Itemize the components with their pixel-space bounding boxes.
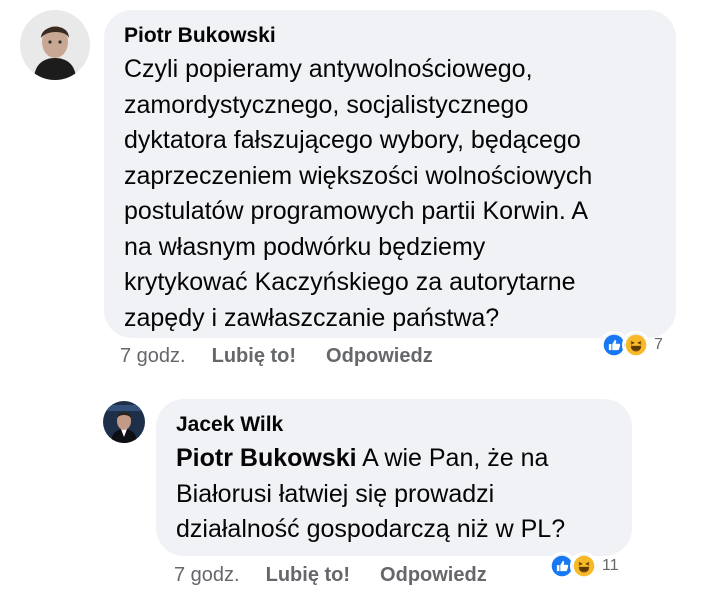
avatar-piotr-bukowski[interactable] — [20, 10, 90, 80]
reply-author[interactable]: Jacek Wilk — [176, 413, 612, 437]
haha-icon — [570, 552, 598, 580]
like-button[interactable]: Lubię to! — [266, 564, 350, 587]
comment-timestamp[interactable]: 7 godz. — [120, 345, 186, 368]
comment-author[interactable]: Piotr Bukowski — [124, 24, 656, 48]
reply-button[interactable]: Odpowiedz — [380, 564, 487, 587]
mention-tag[interactable]: Piotr Bukowski — [176, 444, 357, 472]
reply-reaction-summary[interactable]: 11 — [548, 552, 619, 580]
reply-timestamp[interactable]: 7 godz. — [174, 564, 240, 587]
reaction-count: 7 — [654, 336, 663, 353]
avatar-jacek-wilk[interactable] — [103, 401, 145, 443]
comment-actions: 7 godz. Lubię to! Odpowiedz — [120, 345, 433, 368]
reply-actions: 7 godz. Lubię to! Odpowiedz — [174, 564, 487, 587]
like-button[interactable]: Lubię to! — [212, 345, 296, 368]
comment-text: Czyli popieramy antywolnościowego, zamor… — [124, 55, 593, 332]
reply-text: Piotr Bukowski A wie Pan, że na Białorus… — [176, 441, 612, 548]
reply-bubble: Jacek Wilk Piotr Bukowski A wie Pan, że … — [156, 399, 632, 556]
reaction-summary[interactable]: 7 — [600, 331, 663, 359]
reply-button[interactable]: Odpowiedz — [326, 345, 433, 368]
reaction-count: 11 — [602, 557, 619, 574]
comment-bubble: Piotr Bukowski Czyli popieramy antywolno… — [104, 10, 676, 338]
haha-icon — [622, 331, 650, 359]
